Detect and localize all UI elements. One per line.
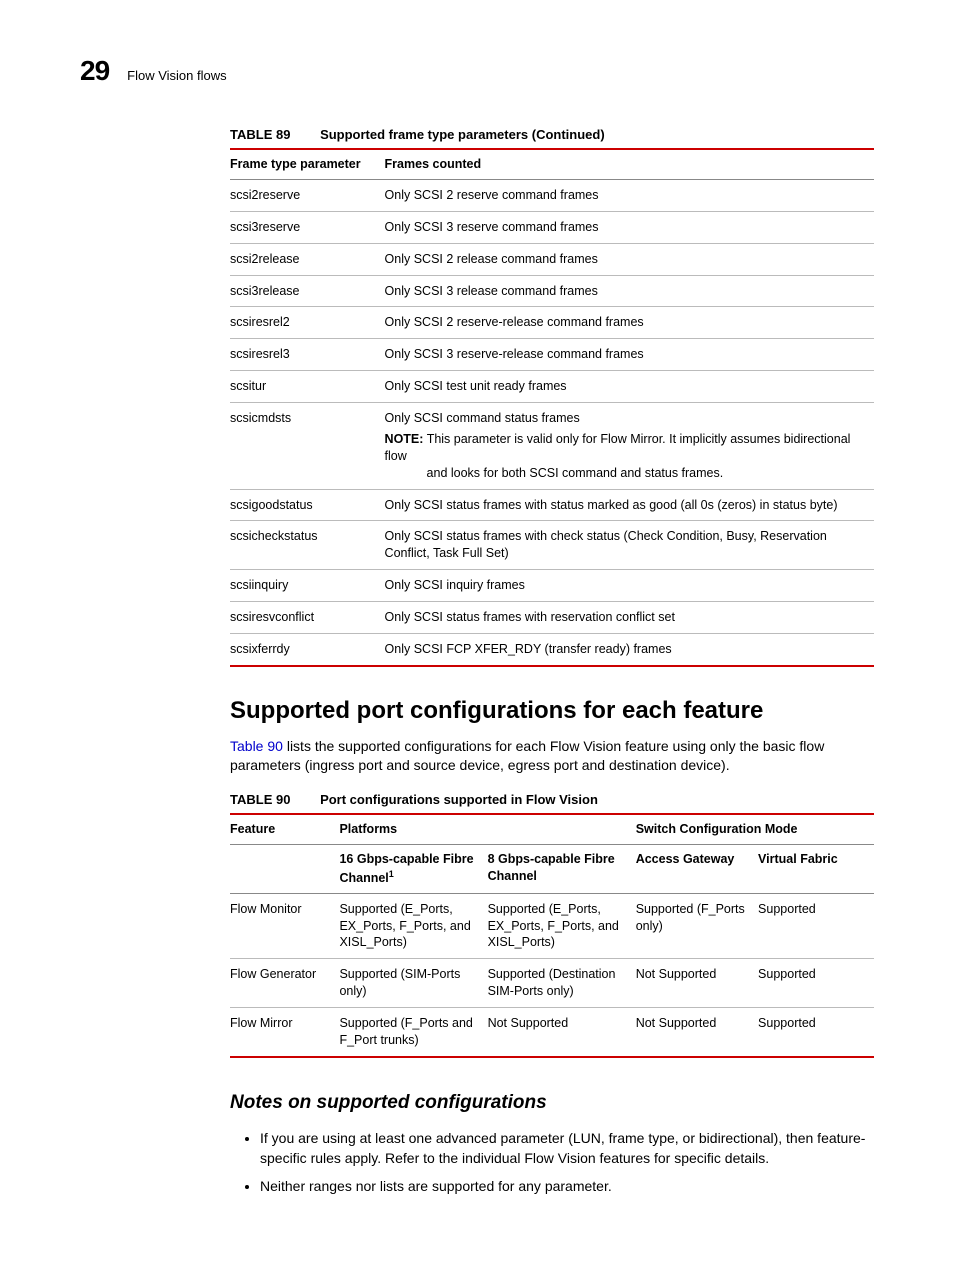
cell-vf: Supported	[758, 893, 874, 959]
cell-desc: Only SCSI 2 reserve command frames	[385, 179, 874, 211]
cell-ag: Supported (F_Ports only)	[636, 893, 758, 959]
cell-desc: Only SCSI test unit ready frames	[385, 371, 874, 403]
cell-param: scsixferrdy	[230, 633, 385, 665]
table-row: scsigoodstatusOnly SCSI status frames wi…	[230, 489, 874, 521]
table-row: Flow Generator Supported (SIM-Ports only…	[230, 959, 874, 1008]
section-intro-text: lists the supported configurations for e…	[230, 738, 824, 774]
table89-title: Supported frame type parameters (Continu…	[320, 127, 605, 142]
table-row: scsiresrel3Only SCSI 3 reserve-release c…	[230, 339, 874, 371]
cell-desc: Only SCSI 2 release command frames	[385, 243, 874, 275]
table90-caption: TABLE 90 Port configurations supported i…	[230, 792, 874, 807]
cell-desc: Only SCSI status frames with reservation…	[385, 602, 874, 634]
cell-param: scsiresvconflict	[230, 602, 385, 634]
cell-desc: Only SCSI 3 release command frames	[385, 275, 874, 307]
t90-hdr-switchmode: Switch Configuration Mode	[636, 814, 874, 844]
cell-desc: Only SCSI FCP XFER_RDY (transfer ready) …	[385, 633, 874, 665]
cell-param: scsi3reserve	[230, 211, 385, 243]
table-row: scsiturOnly SCSI test unit ready frames	[230, 371, 874, 403]
table-row: scsiinquiryOnly SCSI inquiry frames	[230, 570, 874, 602]
cell-desc: Only SCSI inquiry frames	[385, 570, 874, 602]
cell-param: scsi2reserve	[230, 179, 385, 211]
list-item: Neither ranges nor lists are supported f…	[260, 1176, 874, 1196]
subsection-heading: Notes on supported configurations	[230, 1092, 874, 1114]
xref-table90[interactable]: Table 90	[230, 738, 283, 754]
table89-col-frames: Frames counted	[385, 149, 874, 179]
table90-label: TABLE 90	[230, 792, 290, 807]
section-intro: Table 90 lists the supported configurati…	[230, 737, 874, 776]
page: 29 Flow Vision flows TABLE 89 Supported …	[0, 0, 954, 1265]
cell-desc: Only SCSI status frames with check statu…	[385, 521, 874, 570]
t90-hdr-feature: Feature	[230, 814, 339, 844]
table-row: scsicheckstatusOnly SCSI status frames w…	[230, 521, 874, 570]
cell-param: scsiinquiry	[230, 570, 385, 602]
cell-param: scsicheckstatus	[230, 521, 385, 570]
table89-caption: TABLE 89 Supported frame type parameters…	[230, 127, 874, 142]
t90-sub-ag: Access Gateway	[636, 844, 758, 893]
cell-vf: Supported	[758, 1008, 874, 1057]
table-row: scsicmdsts Only SCSI command status fram…	[230, 403, 874, 490]
cell-ag: Not Supported	[636, 959, 758, 1008]
cell-8g: Not Supported	[488, 1008, 636, 1057]
cell-8g: Supported (Destination SIM-Ports only)	[488, 959, 636, 1008]
table-row: scsiresrel2Only SCSI 2 reserve-release c…	[230, 307, 874, 339]
cell-16g: Supported (E_Ports, EX_Ports, F_Ports, a…	[339, 893, 487, 959]
footnote-marker: 1	[389, 869, 394, 879]
cell-vf: Supported	[758, 959, 874, 1008]
notes-list: If you are using at least one advanced p…	[230, 1128, 874, 1197]
table90-title: Port configurations supported in Flow Vi…	[320, 792, 598, 807]
table-row: scsiresvconflictOnly SCSI status frames …	[230, 602, 874, 634]
section-heading: Supported port configurations for each f…	[230, 697, 874, 725]
table-row: scsixferrdyOnly SCSI FCP XFER_RDY (trans…	[230, 633, 874, 665]
running-header: 29 Flow Vision flows	[80, 55, 874, 87]
t90-sub-vf: Virtual Fabric	[758, 844, 874, 893]
cell-16g: Supported (F_Ports and F_Port trunks)	[339, 1008, 487, 1057]
table-row: scsi3releaseOnly SCSI 3 release command …	[230, 275, 874, 307]
cell-param: scsiresrel2	[230, 307, 385, 339]
cell-ag: Not Supported	[636, 1008, 758, 1057]
t90-hdr-platforms: Platforms	[339, 814, 635, 844]
cell-param: scsi2release	[230, 243, 385, 275]
table-row: Flow Monitor Supported (E_Ports, EX_Port…	[230, 893, 874, 959]
t90-sub-8g: 8 Gbps-capable Fibre Channel	[488, 844, 636, 893]
chapter-number: 29	[80, 55, 109, 87]
table-row: scsi3reserveOnly SCSI 3 reserve command …	[230, 211, 874, 243]
cell-desc: Only SCSI command status frames NOTE: Th…	[385, 403, 874, 490]
cell-feature: Flow Mirror	[230, 1008, 339, 1057]
note-text: This parameter is valid only for Flow Mi…	[385, 432, 851, 463]
note-text-cont: and looks for both SCSI command and stat…	[385, 465, 864, 482]
cell-note: NOTE: This parameter is valid only for F…	[385, 431, 864, 482]
table89-col-param: Frame type parameter	[230, 149, 385, 179]
t90-sub-blank	[230, 844, 339, 893]
cell-param: scsigoodstatus	[230, 489, 385, 521]
table-row: scsi2releaseOnly SCSI 2 release command …	[230, 243, 874, 275]
note-label: NOTE:	[385, 432, 424, 446]
breadcrumb: Flow Vision flows	[127, 68, 226, 83]
cell-desc-text: Only SCSI command status frames	[385, 411, 580, 425]
cell-feature: Flow Monitor	[230, 893, 339, 959]
cell-desc: Only SCSI 3 reserve command frames	[385, 211, 874, 243]
cell-param: scsitur	[230, 371, 385, 403]
table89-label: TABLE 89	[230, 127, 290, 142]
t90-sub-16g: 16 Gbps-capable Fibre Channel1	[339, 844, 487, 893]
cell-param: scsicmdsts	[230, 403, 385, 490]
cell-desc: Only SCSI 3 reserve-release command fram…	[385, 339, 874, 371]
cell-feature: Flow Generator	[230, 959, 339, 1008]
list-item: If you are using at least one advanced p…	[260, 1128, 874, 1169]
table90: Feature Platforms Switch Configuration M…	[230, 813, 874, 1058]
cell-param: scsiresrel3	[230, 339, 385, 371]
cell-param: scsi3release	[230, 275, 385, 307]
t90-sub-16g-text: 16 Gbps-capable Fibre Channel	[339, 852, 473, 885]
cell-desc: Only SCSI status frames with status mark…	[385, 489, 874, 521]
table-row: Flow Mirror Supported (F_Ports and F_Por…	[230, 1008, 874, 1057]
cell-8g: Supported (E_Ports, EX_Ports, F_Ports, a…	[488, 893, 636, 959]
table89: Frame type parameter Frames counted scsi…	[230, 148, 874, 667]
table-row: scsi2reserveOnly SCSI 2 reserve command …	[230, 179, 874, 211]
content-area: TABLE 89 Supported frame type parameters…	[230, 127, 874, 1197]
cell-desc: Only SCSI 2 reserve-release command fram…	[385, 307, 874, 339]
cell-16g: Supported (SIM-Ports only)	[339, 959, 487, 1008]
